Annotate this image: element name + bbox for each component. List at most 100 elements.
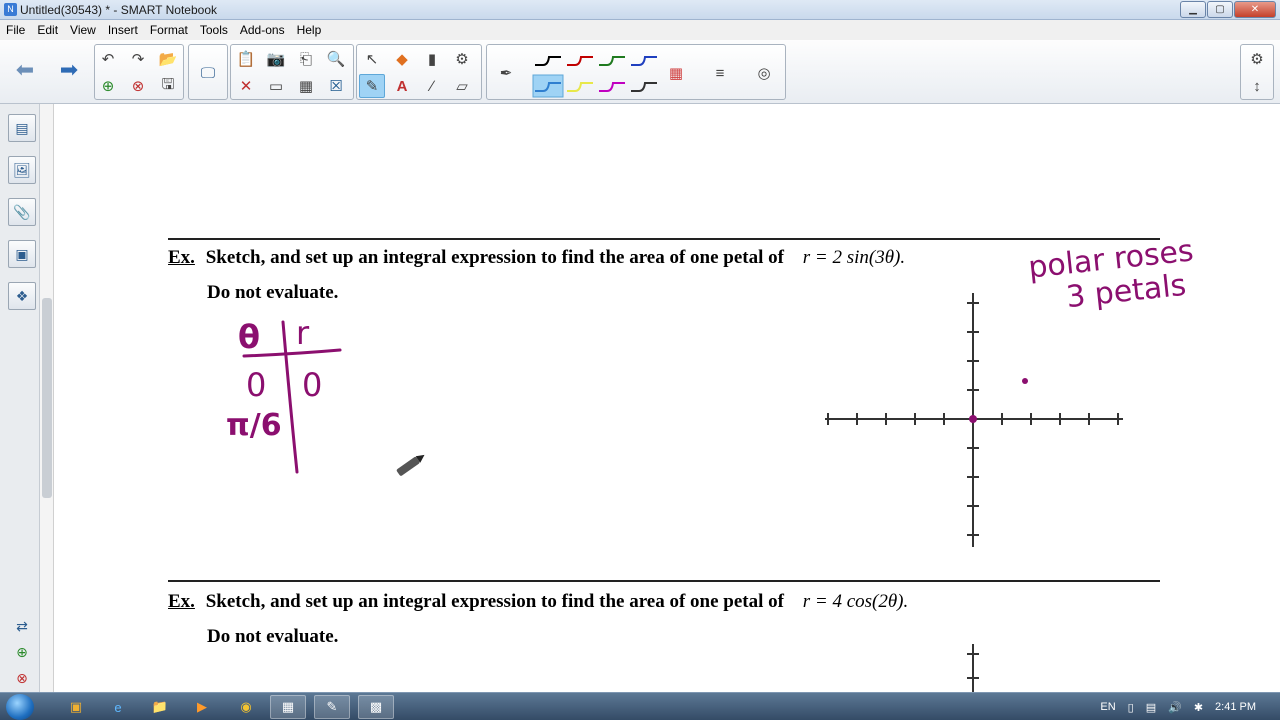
undo-button[interactable]: ↶ [95, 47, 121, 71]
clock[interactable]: 2:41 PM [1215, 701, 1256, 713]
transparency-button[interactable]: ◎ [751, 61, 777, 85]
wireless-icon[interactable]: ✱ [1194, 701, 1203, 714]
taskbar-smart-tools[interactable]: ✎ [314, 695, 350, 719]
move-toolbar-button[interactable]: ↕ [1244, 74, 1270, 98]
full-screen-button[interactable]: ▭ [263, 74, 289, 98]
pen-style-swatch[interactable] [631, 56, 657, 66]
table-horizontal-stroke [242, 348, 342, 358]
move-tabs-button[interactable]: ⇄ [8, 612, 36, 640]
taskbar-media-player[interactable]: ▶ [184, 695, 220, 719]
dual-display-button[interactable]: ☒ [323, 74, 349, 98]
taskbar-app-1[interactable]: ▣ [58, 695, 94, 719]
properties-tab[interactable]: ▣ [8, 240, 36, 268]
screen-shade-button[interactable]: ⎗ [293, 47, 319, 71]
pen-tools-icon: ✎ [326, 699, 338, 714]
close-button[interactable]: ✕ [1234, 1, 1276, 18]
office-icon: ▣ [69, 699, 83, 714]
menu-tools[interactable]: Tools [200, 23, 228, 37]
page-sorter-tab[interactable]: ▤ [8, 114, 36, 142]
maximize-button[interactable]: ▢ [1207, 1, 1233, 18]
start-button[interactable] [6, 694, 34, 720]
arrow-swap-icon: ⇄ [16, 617, 28, 634]
pen-style-swatch[interactable] [599, 82, 625, 92]
taskbar-smart-board[interactable]: ▩ [358, 695, 394, 719]
pen-style-swatch[interactable] [631, 82, 657, 92]
save-icon: 🖫 [161, 75, 175, 93]
plotted-point [1022, 378, 1028, 384]
color-grid-icon: ▦ [668, 65, 684, 82]
redo-button[interactable]: ↷ [125, 47, 151, 71]
gallery-tab[interactable]: 🖼 [8, 156, 36, 184]
screen-capture-button[interactable]: 📷 [263, 47, 289, 71]
up-down-arrow-icon: ↕ [1253, 77, 1261, 95]
fullscreen-icon: ▭ [268, 78, 284, 95]
line-style-icon: ≡ [715, 64, 725, 82]
table-button[interactable]: ▦ [293, 74, 319, 98]
pen-type-button[interactable]: ✒ [493, 61, 519, 85]
pen-style-swatch[interactable] [599, 56, 625, 66]
previous-page-button[interactable]: ⬅ [12, 57, 38, 82]
scrollbar-thumb[interactable] [42, 298, 52, 498]
network-icon[interactable]: ▤ [1146, 701, 1156, 714]
properties-button[interactable]: ⚙ [449, 47, 475, 71]
menu-format[interactable]: Format [150, 23, 188, 37]
camera-icon: 📷 [266, 51, 286, 68]
volume-icon[interactable]: 🔊 [1168, 701, 1182, 714]
pen-style-swatch[interactable] [567, 82, 593, 92]
menu-edit[interactable]: Edit [37, 23, 58, 37]
delete-page-side-button[interactable]: ⊗ [8, 664, 36, 692]
menu-insert[interactable]: Insert [108, 23, 138, 37]
puzzle-icon: ❖ [15, 287, 29, 304]
line-style-button[interactable]: ≡ [707, 61, 733, 85]
pen-style-swatch[interactable] [535, 56, 561, 66]
eraser-tool-button[interactable]: ▮ [419, 47, 445, 71]
pen-style-swatch[interactable] [567, 56, 593, 66]
add-page-side-button[interactable]: ⊕ [8, 638, 36, 666]
save-button[interactable]: 🖫 [155, 74, 181, 98]
menu-bar: File Edit View Insert Format Tools Add-o… [0, 20, 1280, 40]
delete-page-button[interactable]: ⊗ [125, 74, 151, 98]
fill-icon: ◆ [396, 51, 408, 68]
folder-taskbar-icon: 📁 [151, 699, 169, 714]
shade-icon: ⎗ [299, 50, 312, 68]
fill-tool-button[interactable]: ◆ [389, 47, 415, 71]
pen-style-swatches[interactable] [531, 47, 671, 99]
taskbar-chrome[interactable]: ◉ [228, 695, 264, 719]
menu-add-ons[interactable]: Add-ons [240, 23, 285, 37]
arrow-left-icon: ⬅ [15, 57, 35, 82]
magic-pen-button[interactable]: 🔍 [323, 47, 349, 71]
color-palette-button[interactable]: ▦ [663, 61, 689, 85]
close-box-icon: ☒ [329, 78, 343, 95]
open-file-button[interactable]: 📂 [155, 47, 181, 71]
window-title: Untitled(30543) * - SMART Notebook [20, 3, 217, 17]
folder-icon: 📂 [158, 51, 178, 68]
taskbar-smart-notebook[interactable]: ▦ [270, 695, 306, 719]
pens-tool-button[interactable]: ✎ [359, 74, 385, 98]
battery-icon[interactable]: ▯ [1128, 701, 1134, 714]
origin-point [969, 415, 977, 423]
table-icon: ▦ [298, 78, 314, 95]
toolbar-group-settings: ⚙ ↕ [1240, 44, 1274, 100]
customize-toolbar-button[interactable]: ⚙ [1244, 47, 1270, 71]
text-tool-button[interactable]: A [389, 74, 415, 98]
page-sorter-icon: ▤ [15, 119, 29, 136]
language-indicator[interactable]: EN [1100, 701, 1115, 713]
display-screen-button[interactable]: 🖵 [195, 61, 221, 85]
paste-button[interactable]: 📋 [233, 47, 259, 71]
vertical-scrollbar[interactable] [40, 104, 54, 692]
taskbar-internet-explorer[interactable]: e [100, 695, 136, 719]
menu-help[interactable]: Help [297, 23, 322, 37]
add-ons-tab[interactable]: ❖ [8, 282, 36, 310]
menu-view[interactable]: View [70, 23, 96, 37]
add-page-button[interactable]: ⊕ [95, 74, 121, 98]
next-page-button[interactable]: ➡ [56, 57, 82, 82]
notebook-page-canvas[interactable]: Ex. Sketch, and set up an integral expre… [54, 104, 1280, 692]
menu-file[interactable]: File [6, 23, 25, 37]
taskbar-explorer[interactable]: 📁 [142, 695, 178, 719]
attachments-tab[interactable]: 📎 [8, 198, 36, 226]
line-tool-button[interactable]: ∕ [419, 74, 445, 98]
minimize-button[interactable]: ▁ [1180, 1, 1206, 18]
select-tool-button[interactable]: ↖ [359, 47, 385, 71]
shapes-tool-button[interactable]: ▱ [449, 74, 475, 98]
delete-button[interactable]: ✕ [233, 74, 259, 98]
